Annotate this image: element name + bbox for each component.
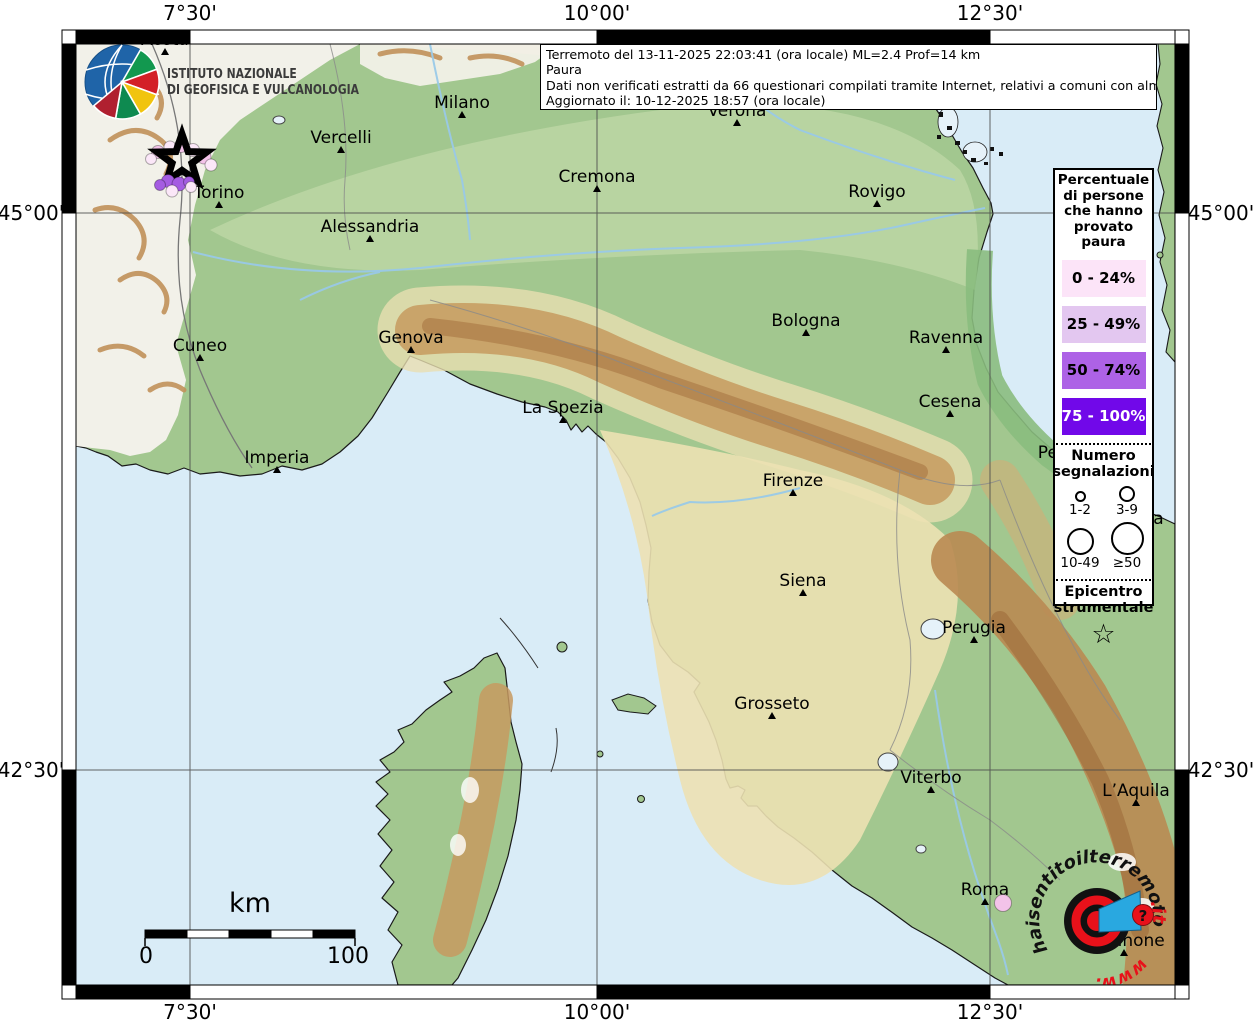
adriatic-islet — [1157, 252, 1163, 258]
map-canvas: AostaMilanoVercelliVeronaCremonaTorinoRo… — [0, 0, 1255, 1024]
city-label-rovigo: Rovigo — [848, 182, 905, 202]
city-label-milano: Milano — [434, 93, 490, 113]
city-label-cesena: Cesena — [919, 392, 982, 412]
city-label-grosseto: Grosseto — [734, 694, 809, 714]
city-label-bologna: Bologna — [771, 311, 840, 331]
city-label-ancona: Ancona — [1100, 509, 1163, 529]
city-label-siena: Siena — [779, 571, 826, 591]
map-stage: AostaMilanoVercelliVeronaCremonaTorinoRo… — [0, 0, 1255, 1024]
montecristo-island — [638, 796, 645, 803]
felt-report-dot-12 — [186, 182, 197, 193]
city-label-firenze: Firenze — [763, 471, 824, 491]
felt-report-dot-13 — [995, 895, 1012, 912]
city-label-pesaro: Pesaro — [1038, 443, 1094, 463]
city-label-la-spezia: La Spezia — [522, 398, 603, 418]
city-label-viterbo: Viterbo — [900, 768, 961, 788]
city-label-ravenna: Ravenna — [909, 328, 983, 348]
felt-report-dot-10 — [155, 180, 166, 191]
ingv-logo — [85, 45, 159, 119]
felt-report-dot-5 — [205, 159, 217, 171]
city-label-perugia: Perugia — [942, 618, 1006, 638]
felt-report-dot-6 — [146, 154, 157, 165]
pianosa-island — [597, 751, 603, 757]
capraia-island — [557, 642, 567, 652]
corsica-snow — [450, 834, 466, 856]
felt-report-dot-11 — [166, 185, 178, 197]
city-label-cuneo: Cuneo — [173, 336, 227, 356]
corsica-snow — [461, 777, 479, 803]
question-glyph: ? — [1139, 907, 1148, 925]
city-label-alessandria: Alessandria — [321, 217, 420, 237]
city-label-verona: Verona — [708, 101, 767, 121]
city-label-genova: Genova — [378, 328, 443, 348]
city-label-l-aquila: L’Aquila — [1102, 781, 1170, 801]
city-label-vercelli: Vercelli — [310, 128, 371, 148]
city-label-imperia: Imperia — [245, 448, 310, 468]
city-label-cremona: Cremona — [558, 167, 635, 187]
